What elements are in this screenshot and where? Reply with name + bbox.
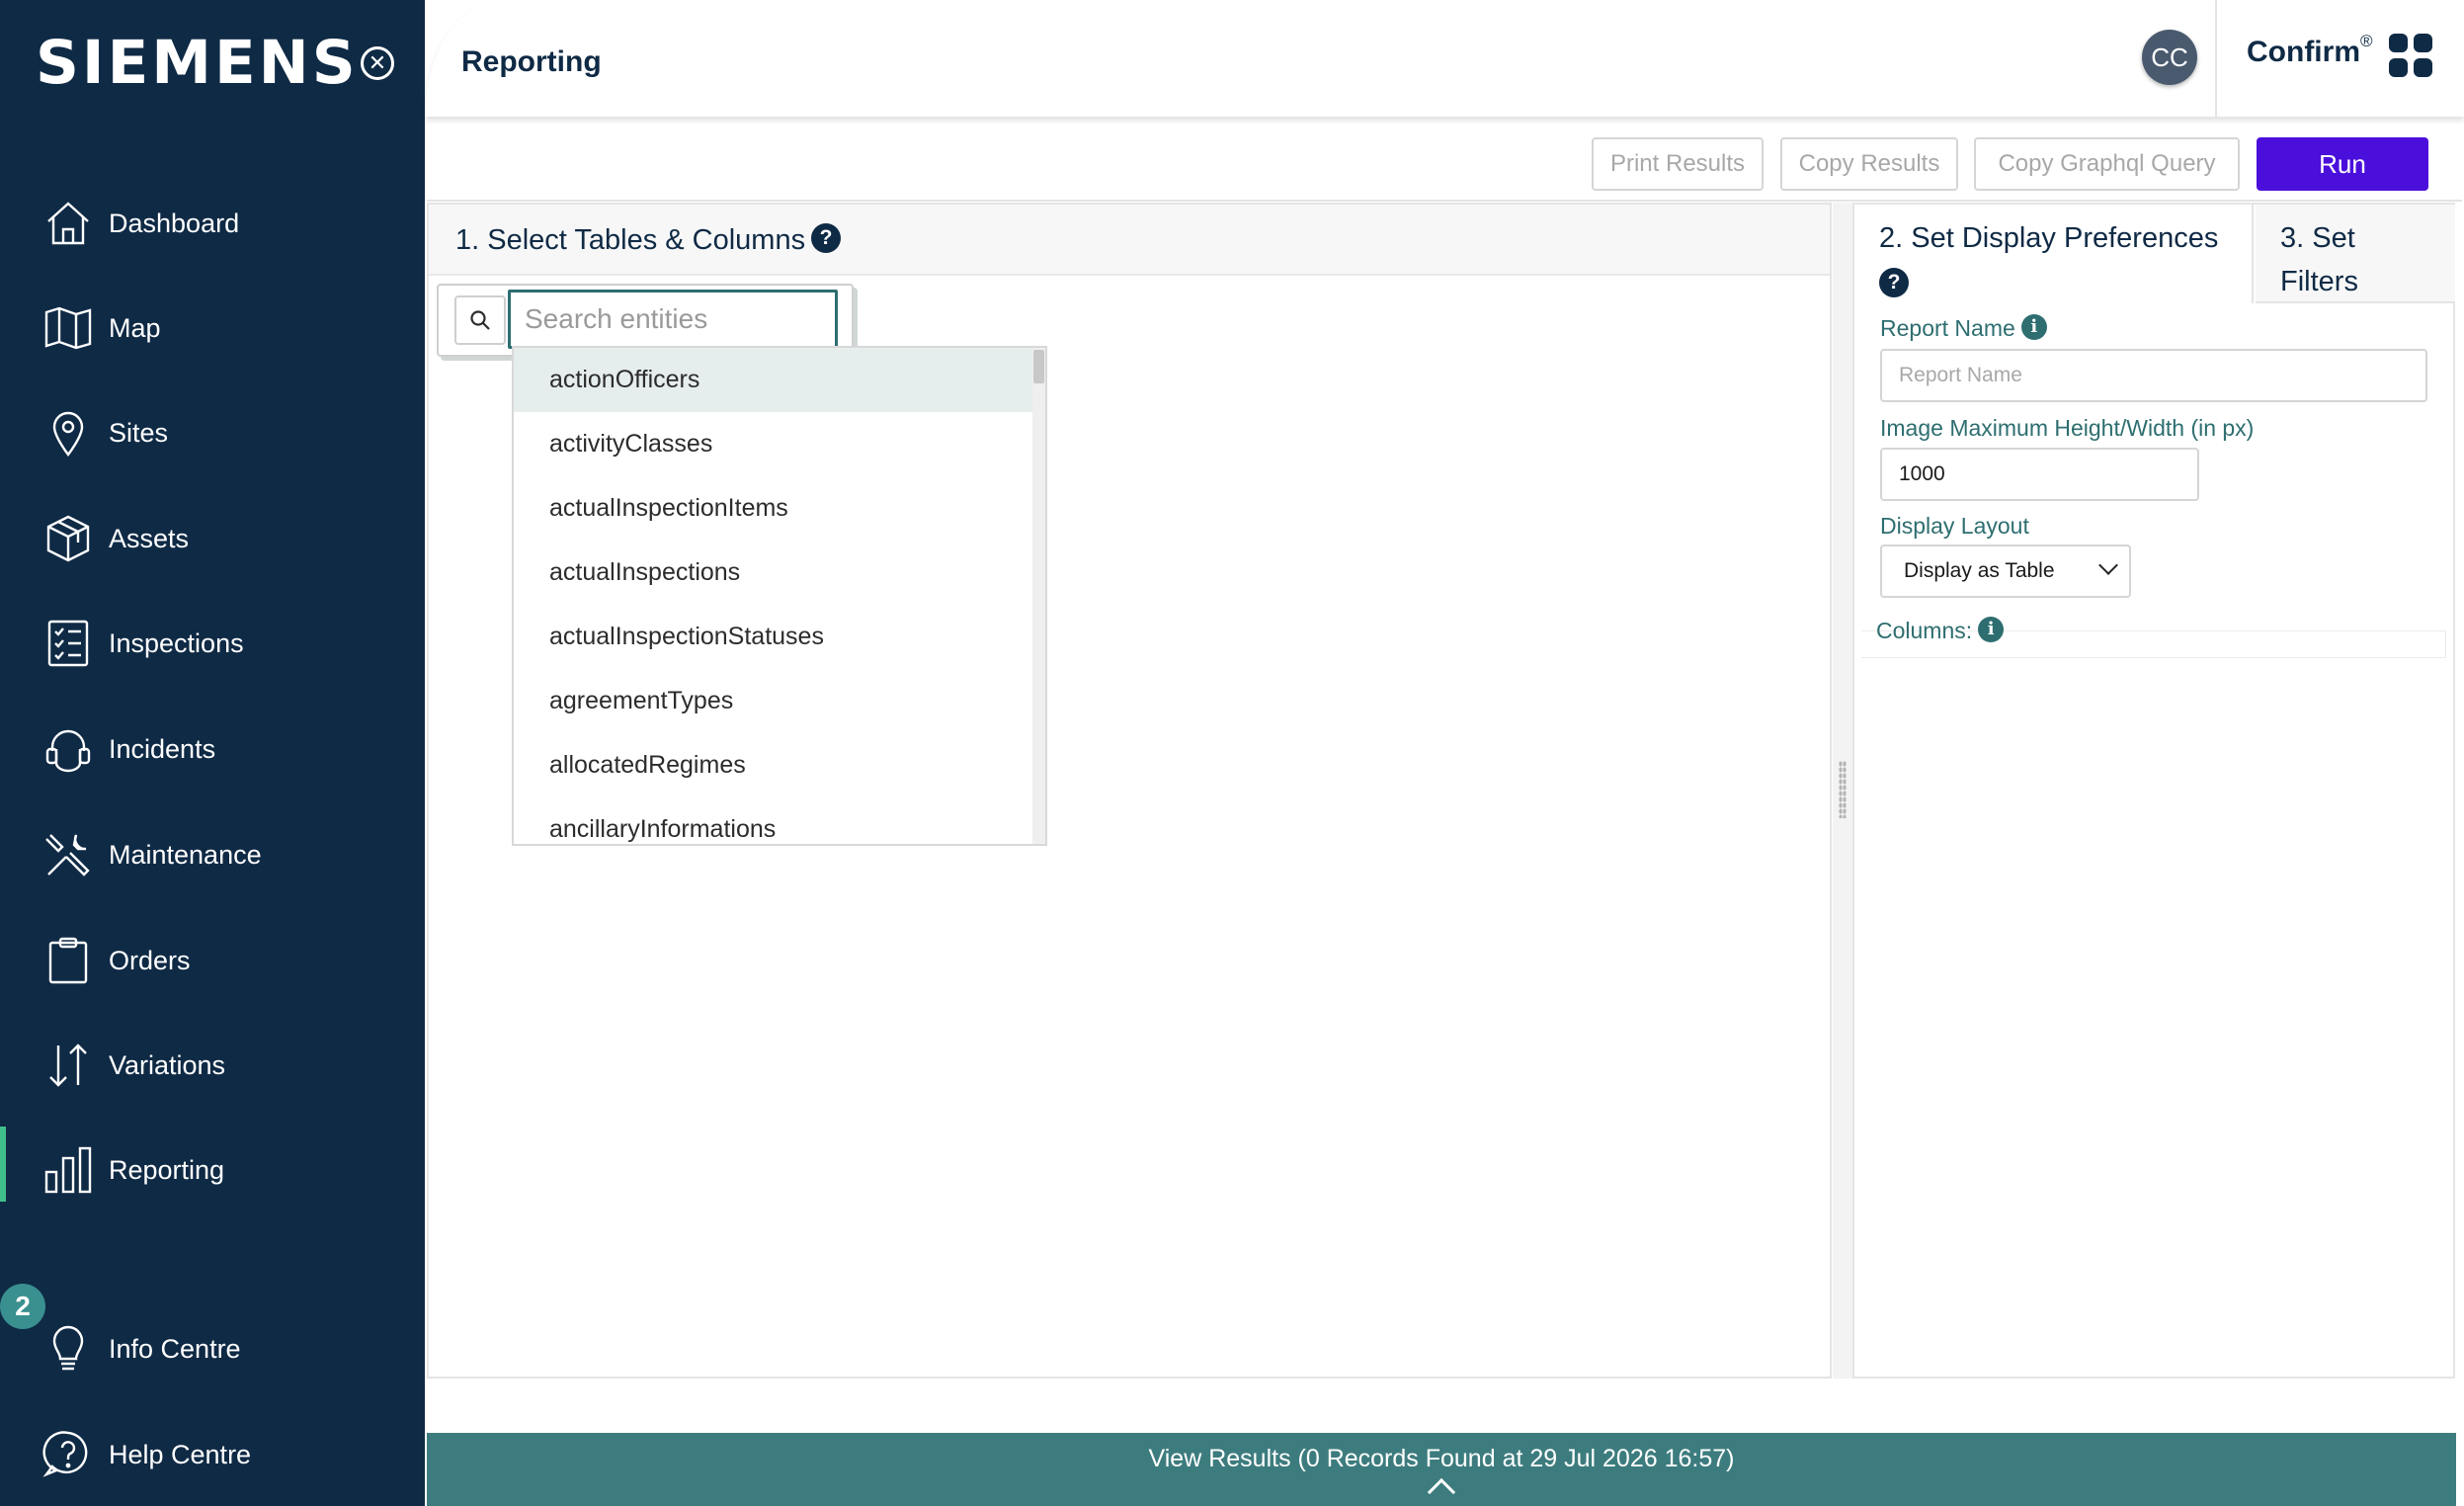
tab-display-preferences[interactable]: 2. Set Display Preferences ? [1854, 205, 2254, 303]
panel-header: 1. Select Tables & Columns? [429, 205, 1830, 276]
list-item[interactable]: ancillaryInformations [514, 797, 1034, 844]
sidebar: SIEMENS ✕ Dashboard Map Sites Assets Ins… [0, 0, 425, 1506]
sidebar-item-sites[interactable]: Sites [0, 393, 425, 472]
house-icon [41, 197, 95, 250]
sidebar-item-label: Help Centre [109, 1439, 252, 1469]
list-item[interactable]: actualInspectionStatuses [514, 605, 1034, 669]
tab-label: Filters [2280, 266, 2358, 297]
checklist-icon [41, 617, 95, 670]
report-name-input[interactable] [1880, 349, 2427, 402]
sidebar-item-label: Reporting [109, 1154, 225, 1185]
active-indicator [0, 1127, 6, 1202]
chevron-down-icon [2098, 555, 2118, 575]
columns-label: Columns: i [1876, 616, 2005, 645]
sidebar-item-reporting[interactable]: Reporting [0, 1130, 425, 1210]
close-sidebar-button[interactable]: ✕ [361, 46, 394, 80]
clipboard-icon [41, 934, 95, 987]
cube-icon [41, 512, 95, 565]
product-brand: Confirm® [2247, 32, 2373, 69]
panel-title: 1. Select Tables & Columns? [455, 223, 842, 257]
tab-label: 2. Set Display Preferences [1879, 222, 2219, 254]
sidebar-item-help-centre[interactable]: Help Centre [0, 1415, 425, 1494]
info-icon[interactable]: i [2020, 313, 2047, 340]
help-icon[interactable]: ? [1879, 268, 1909, 298]
label-text: Report Name [1880, 315, 2015, 341]
sidebar-item-label: Maintenance [109, 839, 262, 870]
dropdown-scrollbar[interactable] [1032, 348, 1045, 844]
up-down-arrows-icon [41, 1039, 95, 1092]
results-status-text: View Results (0 Records Found at 29 Jul … [1148, 1445, 1735, 1472]
lightbulb-icon [41, 1322, 95, 1376]
bar-chart-icon [41, 1143, 95, 1197]
sidebar-item-label: Sites [109, 417, 169, 448]
app-grid-icon[interactable] [2389, 34, 2432, 77]
list-item[interactable]: agreementTypes [514, 669, 1034, 733]
run-button[interactable]: Run [2257, 137, 2428, 191]
sidebar-item-inspections[interactable]: Inspections [0, 604, 425, 683]
list-item[interactable]: activityClasses [514, 412, 1034, 476]
sidebar-item-label: Assets [109, 523, 190, 553]
label-text: Columns: [1876, 618, 1973, 643]
info-icon[interactable]: i [1978, 616, 2005, 642]
display-layout-select[interactable]: Display as Table [1880, 544, 2131, 598]
page-title: Reporting [461, 45, 602, 78]
copy-results-button[interactable]: Copy Results [1780, 137, 1958, 191]
display-layout-label: Display Layout [1880, 513, 2029, 539]
tab-label: 3. Set [2280, 222, 2355, 254]
toolbar-divider [427, 200, 2462, 202]
list-item[interactable]: allocatedRegimes [514, 733, 1034, 797]
image-size-label: Image Maximum Height/Width (in px) [1880, 415, 2255, 441]
tools-icon [41, 828, 95, 881]
headset-icon [41, 722, 95, 776]
sidebar-item-orders[interactable]: Orders [0, 921, 425, 1000]
help-icon[interactable]: ? [811, 223, 842, 254]
list-item[interactable]: actualInspectionItems [514, 476, 1034, 541]
entity-dropdown-list: actionOfficers activityClasses actualIns… [512, 346, 1047, 846]
copy-graphql-query-button[interactable]: Copy Graphql Query [1974, 137, 2240, 191]
sidebar-item-map[interactable]: Map [0, 289, 425, 368]
sidebar-item-maintenance[interactable]: Maintenance [0, 815, 425, 894]
sidebar-item-label: Incidents [109, 733, 216, 764]
image-size-input[interactable] [1880, 448, 2199, 501]
close-icon: ✕ [368, 50, 387, 75]
drag-handle-icon[interactable] [1839, 761, 1847, 818]
siemens-logo: SIEMENS [36, 28, 359, 98]
sidebar-item-incidents[interactable]: Incidents [0, 710, 425, 789]
list-item[interactable]: actualInspections [514, 541, 1034, 605]
search-entities-input[interactable] [508, 290, 838, 349]
report-name-label: Report Name i [1880, 313, 2047, 343]
sidebar-item-label: Info Centre [109, 1333, 241, 1364]
sidebar-item-label: Orders [109, 945, 191, 975]
question-bubble-icon [41, 1428, 95, 1481]
map-icon [41, 301, 95, 355]
header-divider [2215, 0, 2217, 117]
sidebar-item-dashboard[interactable]: Dashboard [0, 184, 425, 263]
print-results-button[interactable]: Print Results [1592, 137, 1764, 191]
sidebar-item-label: Variations [109, 1049, 226, 1080]
sidebar-item-label: Inspections [109, 628, 244, 658]
panel-title-text: 1. Select Tables & Columns [455, 224, 806, 256]
sidebar-item-info-centre[interactable]: Info Centre [0, 1309, 425, 1388]
sidebar-item-label: Dashboard [109, 208, 240, 238]
scrollbar-thumb[interactable] [1033, 350, 1044, 383]
search-icon [470, 310, 490, 330]
search-button[interactable] [454, 295, 506, 345]
notification-badge: 2 [0, 1284, 45, 1329]
location-pin-icon [41, 406, 95, 460]
user-avatar[interactable]: CC [2142, 30, 2197, 85]
list-item[interactable]: actionOfficers [514, 348, 1034, 412]
select-value: Display as Table [1904, 559, 2055, 582]
registered-mark: ® [2360, 32, 2373, 50]
sidebar-item-variations[interactable]: Variations [0, 1026, 425, 1105]
tab-set-filters[interactable]: 3. Set Filters [2256, 205, 2455, 303]
product-name: Confirm [2247, 36, 2360, 68]
sidebar-item-assets[interactable]: Assets [0, 499, 425, 578]
sidebar-item-label: Map [109, 312, 161, 343]
